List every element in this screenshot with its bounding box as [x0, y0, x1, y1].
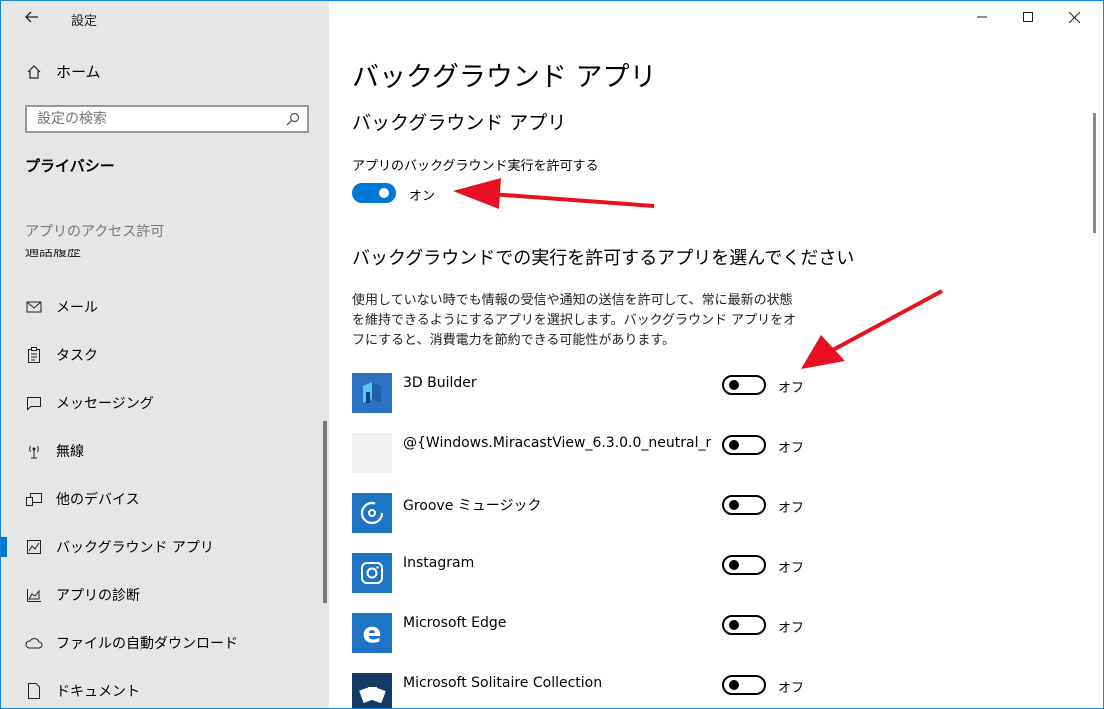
clipboard-icon [25, 346, 43, 364]
apps-heading: バックグラウンドでの実行を許可するアプリを選んでください [352, 248, 855, 269]
app-toggle-state: オフ [778, 621, 805, 636]
message-icon [25, 394, 43, 412]
sidebar-item-label: バックグラウンド アプリ [56, 540, 214, 556]
main-scrollbar[interactable] [1093, 113, 1096, 233]
app-name: @{Windows.MiracastView_6.3.0.0_neutral_n… [403, 435, 711, 451]
app-toggle-microsoft-edge[interactable] [722, 615, 766, 635]
toggle-knob [729, 380, 739, 390]
page-title: バックグラウンド アプリ [352, 62, 657, 93]
background-apps-icon [25, 538, 43, 556]
sidebar-item-background-apps[interactable]: バックグラウンド アプリ [1, 523, 329, 571]
group-label-app-permissions: アプリのアクセス許可 [25, 224, 165, 240]
sidebar-item-tasks[interactable]: タスク [1, 331, 329, 379]
app-row-instagram: Instagram オフ [352, 553, 812, 597]
home-icon [25, 63, 43, 81]
app-name: Microsoft Solitaire Collection [403, 675, 603, 691]
app-row-3d-builder: 3D Builder オフ [352, 373, 812, 417]
sidebar-item-documents[interactable]: ドキュメント [1, 667, 329, 708]
app-toggle-state: オフ [778, 561, 805, 576]
app-toggle-groove-music[interactable] [722, 495, 766, 515]
app-toggle-state: オフ [778, 681, 805, 696]
main-content: バックグラウンド アプリ バックグラウンド アプリ アプリのバックグラウンド実行… [329, 1, 1103, 708]
app-toggle-3d-builder[interactable] [722, 375, 766, 395]
app-name: Microsoft Edge [403, 615, 507, 631]
master-toggle-label: アプリのバックグラウンド実行を許可する [352, 159, 599, 174]
app-name: Groove ミュージック [403, 498, 542, 514]
sidebar-item-radios[interactable]: 無線 [1, 427, 329, 475]
window-title: 設定 [71, 14, 98, 29]
diagnostics-icon [25, 586, 43, 604]
app-toggle-state: オフ [778, 501, 805, 516]
sidebar-item-mail[interactable]: メール [1, 283, 329, 331]
devices-icon [25, 490, 43, 508]
sidebar-item-home[interactable]: ホーム [25, 61, 101, 82]
sidebar-item-label: 無線 [56, 444, 84, 460]
section-title-privacy: プライバシー [25, 157, 115, 175]
app-toggle-state: オフ [778, 441, 805, 456]
sidebar-item-label: メッセージング [56, 396, 154, 412]
sidebar-item-label: タスク [56, 348, 98, 364]
app-row-microsoft-edge: e Microsoft Edge オフ [352, 613, 812, 657]
sidebar-item-label: 他のデバイス [56, 492, 140, 508]
app-row-solitaire: Microsoft Solitaire Collection オフ [352, 673, 812, 708]
sidebar-item-app-diagnostics[interactable]: アプリの診断 [1, 571, 329, 619]
groove-music-icon [352, 493, 392, 533]
antenna-icon [25, 442, 43, 460]
description-text: 使用していない時でも情報の受信や通知の送信を許可して、常に最新の状態を維持できる… [352, 293, 797, 348]
sidebar-item-label: ファイルの自動ダウンロード [56, 636, 238, 652]
back-arrow-icon [25, 11, 38, 23]
app-name: Instagram [403, 555, 475, 571]
sidebar-item-label: アプリの診断 [56, 588, 140, 604]
sidebar-scrollbar[interactable] [323, 421, 327, 603]
app-toggle-solitaire[interactable] [722, 675, 766, 695]
app-row-miracast: @{Windows.MiracastView_6.3.0.0_neutral_n… [352, 433, 812, 477]
toggle-knob [729, 440, 739, 450]
toggle-knob [729, 560, 739, 570]
instagram-icon [352, 553, 392, 593]
sidebar-item-label: ホーム [56, 63, 101, 81]
search-box[interactable] [25, 105, 309, 133]
blank-app-icon [352, 433, 392, 473]
toggle-knob [729, 500, 739, 510]
sidebar-item-auto-file-downloads[interactable]: ファイルの自動ダウンロード [1, 619, 329, 667]
master-toggle-state: オン [409, 189, 436, 204]
app-name: 3D Builder [403, 375, 477, 391]
sidebar-nav-list: メール タスク メッセージング 無線 他のデバイス バックグラウンド アプリ ア… [1, 283, 329, 708]
toggle-knob [379, 188, 389, 198]
toggle-knob [729, 680, 739, 690]
master-background-toggle[interactable] [352, 183, 396, 203]
mail-icon [25, 298, 43, 316]
sidebar-item-label: メール [56, 300, 98, 316]
cloud-icon [25, 634, 43, 652]
app-toggle-instagram[interactable] [722, 555, 766, 575]
sidebar: 設定 ホーム プライバシー アプリのアクセス許可 通話履歴 メール タスク [1, 1, 329, 708]
section-title: バックグラウンド アプリ [352, 112, 567, 134]
search-input[interactable] [27, 107, 287, 131]
document-icon [25, 682, 43, 700]
sidebar-item-call-history-partial[interactable]: 通話履歴 [25, 249, 81, 261]
app-row-groove-music: Groove ミュージック オフ [352, 493, 812, 537]
toggle-knob [729, 620, 739, 630]
settings-window: 設定 ホーム プライバシー アプリのアクセス許可 通話履歴 メール タスク [0, 0, 1104, 709]
search-icon [286, 112, 300, 126]
sidebar-item-label: ドキュメント [56, 684, 140, 700]
sidebar-item-messaging[interactable]: メッセージング [1, 379, 329, 427]
app-toggle-state: オフ [778, 381, 805, 396]
sidebar-item-other-devices[interactable]: 他のデバイス [1, 475, 329, 523]
edge-icon: e [352, 613, 392, 653]
back-button[interactable] [17, 4, 47, 30]
solitaire-icon [352, 673, 392, 708]
app-toggle-miracast[interactable] [722, 435, 766, 455]
3d-builder-icon [352, 373, 392, 413]
